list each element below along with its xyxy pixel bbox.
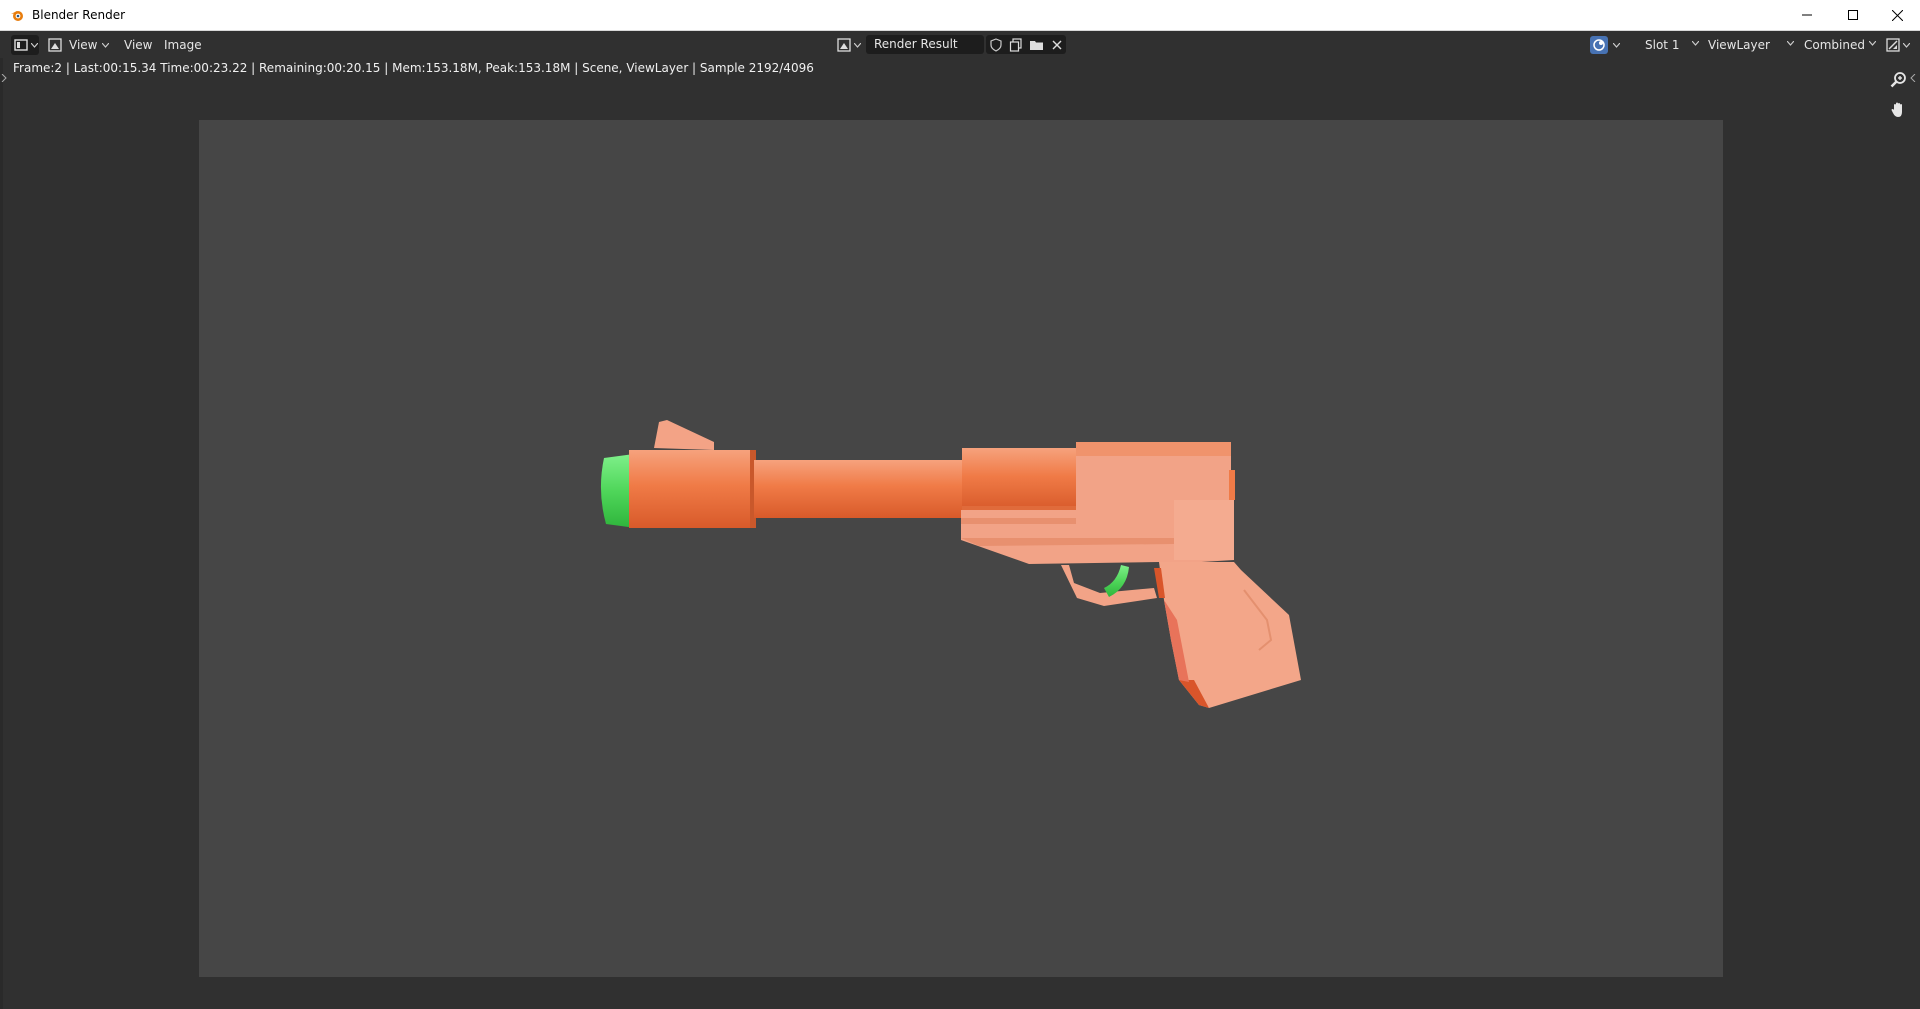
- render-pass-label: Combined: [1804, 38, 1865, 52]
- chevron-down-icon: [1613, 42, 1620, 48]
- image-name-field[interactable]: Render Result: [866, 35, 984, 54]
- barrel-rear-block: [962, 448, 1078, 510]
- muzzle-collar: [629, 450, 754, 528]
- rendered-toy-pistol: [600, 420, 1301, 708]
- open-folder-icon[interactable]: [1029, 38, 1044, 52]
- chevron-down-icon: [102, 42, 110, 48]
- sample-tool-icon: [1886, 38, 1900, 52]
- sidebar-expand-arrow-icon[interactable]: [1, 74, 7, 82]
- render-pass-dropdown[interactable]: Combined: [1804, 36, 1876, 54]
- chevron-down-icon: [31, 42, 38, 48]
- image-actions-group: [986, 35, 1066, 54]
- menu-view[interactable]: View: [124, 38, 152, 52]
- minimize-icon: [1802, 14, 1812, 16]
- chevron-down-icon: [1869, 41, 1876, 46]
- duplicate-icon[interactable]: [1009, 37, 1023, 52]
- display-channels-icon: [1590, 36, 1608, 54]
- slot-dropdown[interactable]: Slot 1: [1645, 36, 1700, 54]
- window-title: Blender Render: [32, 8, 126, 22]
- left-region-edge[interactable]: [0, 58, 3, 1009]
- window-titlebar: Blender Render: [0, 0, 1920, 31]
- view-layer-label: ViewLayer: [1708, 38, 1770, 52]
- close-icon: [1891, 9, 1903, 21]
- maximize-icon: [1848, 10, 1858, 20]
- close-button[interactable]: [1874, 0, 1920, 30]
- barrel: [754, 460, 964, 518]
- zoom-tool-button[interactable]: [1888, 69, 1910, 91]
- zoom-icon: [1890, 72, 1906, 88]
- pan-hand-icon: [1891, 102, 1902, 117]
- maximize-button[interactable]: [1830, 0, 1876, 30]
- unlink-x-icon[interactable]: [1051, 39, 1063, 51]
- render-status-text: Frame:2 | Last:00:15.34 Time:00:23.22 | …: [13, 61, 814, 75]
- fake-user-shield-icon[interactable]: [989, 37, 1003, 52]
- slot-label: Slot 1: [1645, 38, 1680, 52]
- sample-tool-dropdown[interactable]: [1886, 35, 1914, 55]
- editor-type-button[interactable]: [11, 35, 39, 55]
- chevron-down-icon: [1692, 41, 1699, 46]
- chevron-down-icon: [1903, 42, 1910, 48]
- render-result-canvas[interactable]: [199, 120, 1723, 977]
- image-browse-icon: [837, 38, 851, 52]
- chevron-down-icon: [1787, 41, 1794, 46]
- pan-tool-button[interactable]: [1888, 99, 1910, 121]
- view-mode-label: View: [69, 38, 98, 52]
- menu-image[interactable]: Image: [164, 38, 202, 52]
- image-browse-button[interactable]: [837, 35, 865, 55]
- front-sight: [654, 420, 714, 450]
- view-mode-dropdown[interactable]: View: [48, 35, 110, 55]
- grip: [1159, 562, 1301, 708]
- chevron-down-icon: [854, 42, 861, 48]
- display-channels-dropdown[interactable]: [1590, 35, 1626, 55]
- image-editor-icon: [14, 39, 28, 51]
- image-view-icon: [48, 38, 62, 52]
- toolbar-collapse-arrow-icon[interactable]: [1910, 74, 1916, 82]
- view-layer-dropdown[interactable]: ViewLayer: [1708, 36, 1794, 54]
- minimize-button[interactable]: [1784, 0, 1830, 30]
- blender-logo-icon: [11, 11, 23, 21]
- image-editor-header: View View Image Render Result Slot 1 Vie…: [0, 31, 1920, 58]
